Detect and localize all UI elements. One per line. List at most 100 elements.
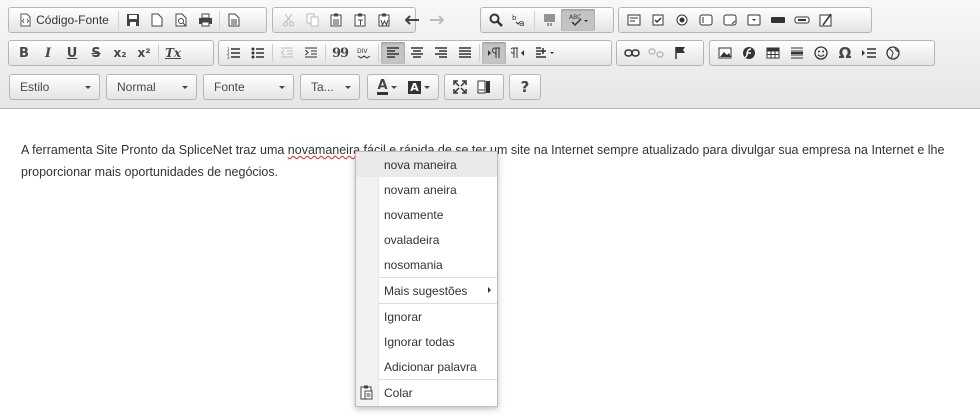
source-button[interactable]: Código-Fonte	[12, 9, 116, 31]
radio-button[interactable]	[670, 9, 694, 31]
save-button[interactable]	[121, 9, 145, 31]
maximize-icon	[453, 80, 467, 94]
iframe-button[interactable]	[881, 42, 905, 64]
size-combo[interactable]: Ta...	[300, 74, 360, 100]
ignore-all-item[interactable]: Ignorar todas	[356, 329, 497, 354]
spellcheck-button[interactable]: ABC	[561, 9, 595, 31]
print-icon	[198, 13, 213, 27]
outdent-button[interactable]	[275, 42, 299, 64]
text-color-button[interactable]: A	[371, 76, 403, 98]
subscript-button[interactable]: x₂	[108, 42, 132, 64]
ltr-button[interactable]	[482, 42, 506, 64]
div-container-button[interactable]: DIV	[352, 42, 376, 64]
editor-toolbar: Código-Fonte b a ABC B I U S x₂ x² Tx 1 …	[0, 0, 980, 109]
form-button-button[interactable]	[766, 9, 790, 31]
redo-button[interactable]	[424, 9, 448, 31]
rtl-button[interactable]	[506, 42, 530, 64]
misspelled-word[interactable]: novamaneira	[288, 143, 360, 157]
suggestion-item[interactable]: ovaladeira	[356, 227, 497, 252]
show-blocks-button[interactable]	[472, 76, 496, 98]
add-word-label: Adicionar palavra	[384, 359, 477, 374]
copy-button[interactable]	[300, 9, 324, 31]
table-button[interactable]	[761, 42, 785, 64]
unlink-button[interactable]	[644, 42, 668, 64]
help-icon: ?	[520, 78, 530, 96]
paste-item[interactable]: Colar	[356, 380, 497, 405]
bulleted-list-button[interactable]	[246, 42, 270, 64]
find-button[interactable]	[484, 9, 508, 31]
superscript-button[interactable]: x²	[132, 42, 156, 64]
flash-button[interactable]	[737, 42, 761, 64]
blockquote-button[interactable]: 99	[328, 42, 352, 64]
print-button[interactable]	[193, 9, 217, 31]
paste-word-button[interactable]	[372, 9, 396, 31]
separator	[158, 44, 159, 62]
paste-text-button[interactable]	[348, 9, 372, 31]
align-left-button[interactable]	[381, 42, 405, 64]
language-button[interactable]	[530, 42, 560, 64]
select-button[interactable]	[742, 9, 766, 31]
page-break-button[interactable]	[857, 42, 881, 64]
new-page-button[interactable]	[145, 9, 169, 31]
paste-label: Colar	[384, 385, 413, 400]
textarea-button[interactable]	[718, 9, 742, 31]
save-icon	[126, 13, 140, 27]
smiley-button[interactable]	[809, 42, 833, 64]
image-button[interactable]	[713, 42, 737, 64]
add-word-item[interactable]: Adicionar palavra	[356, 354, 497, 379]
undo-button[interactable]	[400, 9, 424, 31]
image-button-button[interactable]	[790, 9, 814, 31]
remove-format-icon: Tx	[164, 46, 182, 60]
context-menu: nova maneira novam aneira novamente oval…	[355, 151, 498, 407]
suggestion-item[interactable]: nova maneira	[356, 152, 497, 177]
replace-button[interactable]: ba	[508, 9, 532, 31]
textfield-button[interactable]	[694, 9, 718, 31]
paste-text-icon	[354, 13, 367, 27]
bg-color-button[interactable]: A	[403, 76, 435, 98]
justify-icon	[458, 47, 472, 59]
more-suggestions-item[interactable]: Mais sugestões	[356, 278, 497, 303]
numbered-list-button[interactable]: 123	[222, 42, 246, 64]
font-combo[interactable]: Fonte	[203, 74, 294, 100]
toolbar-group-forms	[618, 7, 872, 33]
suggestion-item[interactable]: novam aneira	[356, 177, 497, 202]
textarea-icon	[723, 14, 737, 26]
italic-button[interactable]: I	[36, 42, 60, 64]
suggestion-item[interactable]: novamente	[356, 202, 497, 227]
outdent-icon	[280, 47, 294, 59]
strikethrough-button[interactable]: S	[84, 42, 108, 64]
select-all-button[interactable]	[537, 9, 561, 31]
svg-text:DIV: DIV	[357, 48, 368, 55]
remove-format-button[interactable]: Tx	[161, 42, 185, 64]
indent-button[interactable]	[299, 42, 323, 64]
templates-icon	[228, 13, 240, 27]
justify-button[interactable]	[453, 42, 477, 64]
copy-icon	[306, 13, 319, 27]
paste-word-icon	[378, 13, 391, 27]
horizontal-rule-button[interactable]	[785, 42, 809, 64]
form-button[interactable]	[622, 9, 646, 31]
horizontal-rule-icon	[790, 47, 804, 59]
cut-button[interactable]	[276, 9, 300, 31]
link-button[interactable]	[620, 42, 644, 64]
align-center-button[interactable]	[405, 42, 429, 64]
templates-button[interactable]	[222, 9, 246, 31]
ignore-item[interactable]: Ignorar	[356, 304, 497, 329]
anchor-button[interactable]	[668, 42, 692, 64]
preview-button[interactable]	[169, 9, 193, 31]
checkbox-button[interactable]	[646, 9, 670, 31]
suggestion-label: novam aneira	[384, 182, 457, 197]
checkbox-icon	[652, 14, 664, 26]
special-char-button[interactable]: Ω	[833, 42, 857, 64]
paste-button[interactable]	[324, 9, 348, 31]
align-right-button[interactable]	[429, 42, 453, 64]
styles-combo-label: Estilo	[20, 80, 50, 94]
hidden-field-button[interactable]	[814, 9, 838, 31]
bold-button[interactable]: B	[12, 42, 36, 64]
suggestion-item[interactable]: nosomania	[356, 252, 497, 277]
styles-combo[interactable]: Estilo	[9, 74, 100, 100]
maximize-button[interactable]	[448, 76, 472, 98]
help-button[interactable]: ?	[513, 76, 537, 98]
underline-button[interactable]: U	[60, 42, 84, 64]
format-combo[interactable]: Normal	[106, 74, 197, 100]
